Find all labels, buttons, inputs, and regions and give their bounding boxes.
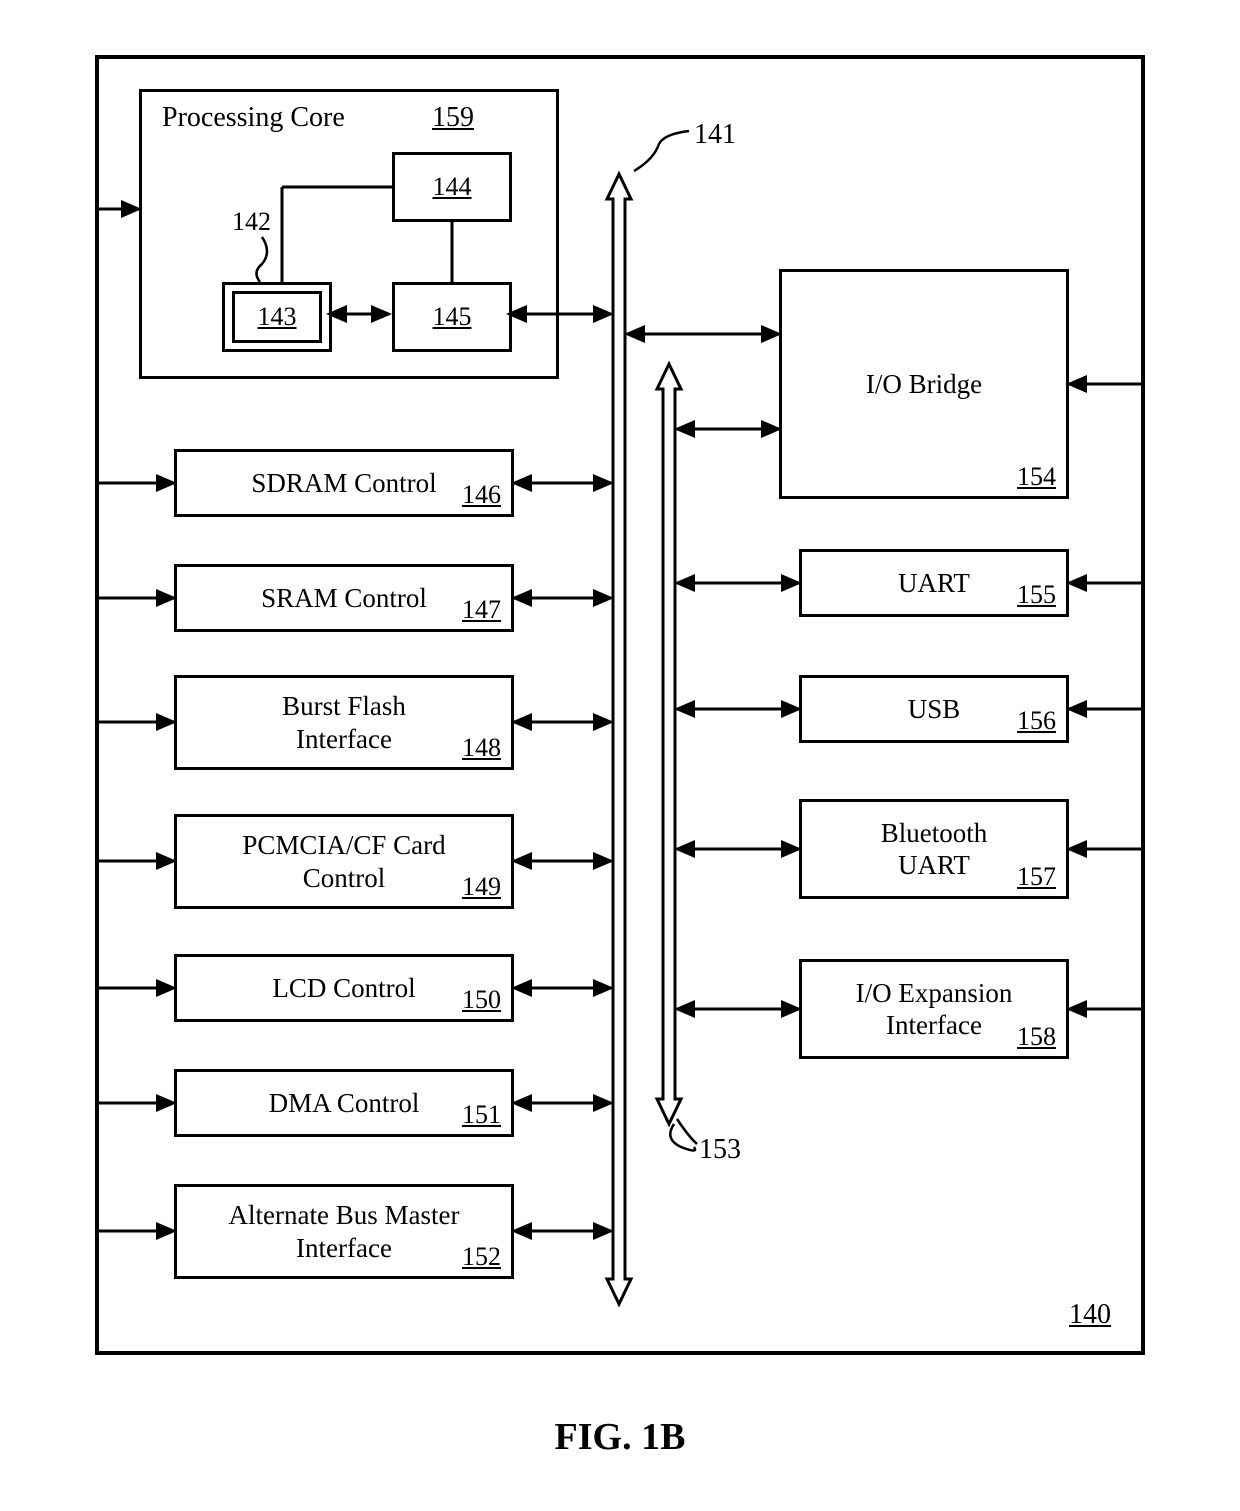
box-145: 145 <box>392 282 512 352</box>
uart-label: UART <box>898 567 970 599</box>
io-expansion-label: I/O Expansion Interface <box>856 977 1013 1042</box>
box-143-outer: 143 <box>222 282 332 352</box>
lcd-control-ref: 150 <box>462 985 501 1015</box>
uart-ref: 155 <box>1017 580 1056 610</box>
sdram-control-label: SDRAM Control <box>251 467 436 499</box>
ref-144: 144 <box>433 172 472 202</box>
burst-flash-label: Burst Flash Interface <box>282 690 406 755</box>
label-153: 153 <box>699 1134 741 1166</box>
io-expansion-ref: 158 <box>1017 1022 1056 1052</box>
io-bridge-ref: 154 <box>1017 462 1056 492</box>
usb-block: USB 156 <box>799 675 1069 743</box>
dma-control-label: DMA Control <box>269 1087 420 1119</box>
sram-control-label: SRAM Control <box>261 582 427 614</box>
lcd-control-block: LCD Control 150 <box>174 954 514 1022</box>
pcmcia-ref: 149 <box>462 872 501 902</box>
box-143-inner: 143 <box>232 291 322 343</box>
label-142: 142 <box>232 207 271 237</box>
ref-145: 145 <box>433 302 472 332</box>
pcmcia-block: PCMCIA/CF Card Control 149 <box>174 814 514 909</box>
dma-control-block: DMA Control 151 <box>174 1069 514 1137</box>
box-144: 144 <box>392 152 512 222</box>
io-expansion-block: I/O Expansion Interface 158 <box>799 959 1069 1059</box>
outer-ref: 140 <box>1069 1299 1111 1331</box>
ref-143: 143 <box>258 302 297 332</box>
processing-core-box: Processing Core 159 144 145 143 142 <box>139 89 559 379</box>
bt-uart-ref: 157 <box>1017 862 1056 892</box>
burst-flash-block: Burst Flash Interface 148 <box>174 675 514 770</box>
bt-uart-block: Bluetooth UART 157 <box>799 799 1069 899</box>
sdram-control-ref: 146 <box>462 480 501 510</box>
io-bridge-block: I/O Bridge 154 <box>779 269 1069 499</box>
alt-bus-master-label: Alternate Bus Master Interface <box>229 1199 460 1264</box>
bt-uart-label: Bluetooth UART <box>881 817 988 882</box>
uart-block: UART 155 <box>799 549 1069 617</box>
figure-label: FIG. 1B <box>0 1415 1240 1459</box>
usb-ref: 156 <box>1017 706 1056 736</box>
alt-bus-master-block: Alternate Bus Master Interface 152 <box>174 1184 514 1279</box>
usb-label: USB <box>908 693 961 725</box>
io-bridge-label: I/O Bridge <box>866 368 982 400</box>
lcd-control-label: LCD Control <box>272 972 415 1004</box>
burst-flash-ref: 148 <box>462 733 501 763</box>
sdram-control-block: SDRAM Control 146 <box>174 449 514 517</box>
alt-bus-master-ref: 152 <box>462 1242 501 1272</box>
pcmcia-label: PCMCIA/CF Card Control <box>242 829 445 894</box>
label-141: 141 <box>694 119 736 151</box>
outer-box: Processing Core 159 144 145 143 142 SDRA… <box>95 55 1145 1355</box>
processing-core-ref: 159 <box>432 102 474 134</box>
dma-control-ref: 151 <box>462 1100 501 1130</box>
sram-control-ref: 147 <box>462 595 501 625</box>
processing-core-title: Processing Core <box>162 102 345 134</box>
sram-control-block: SRAM Control 147 <box>174 564 514 632</box>
